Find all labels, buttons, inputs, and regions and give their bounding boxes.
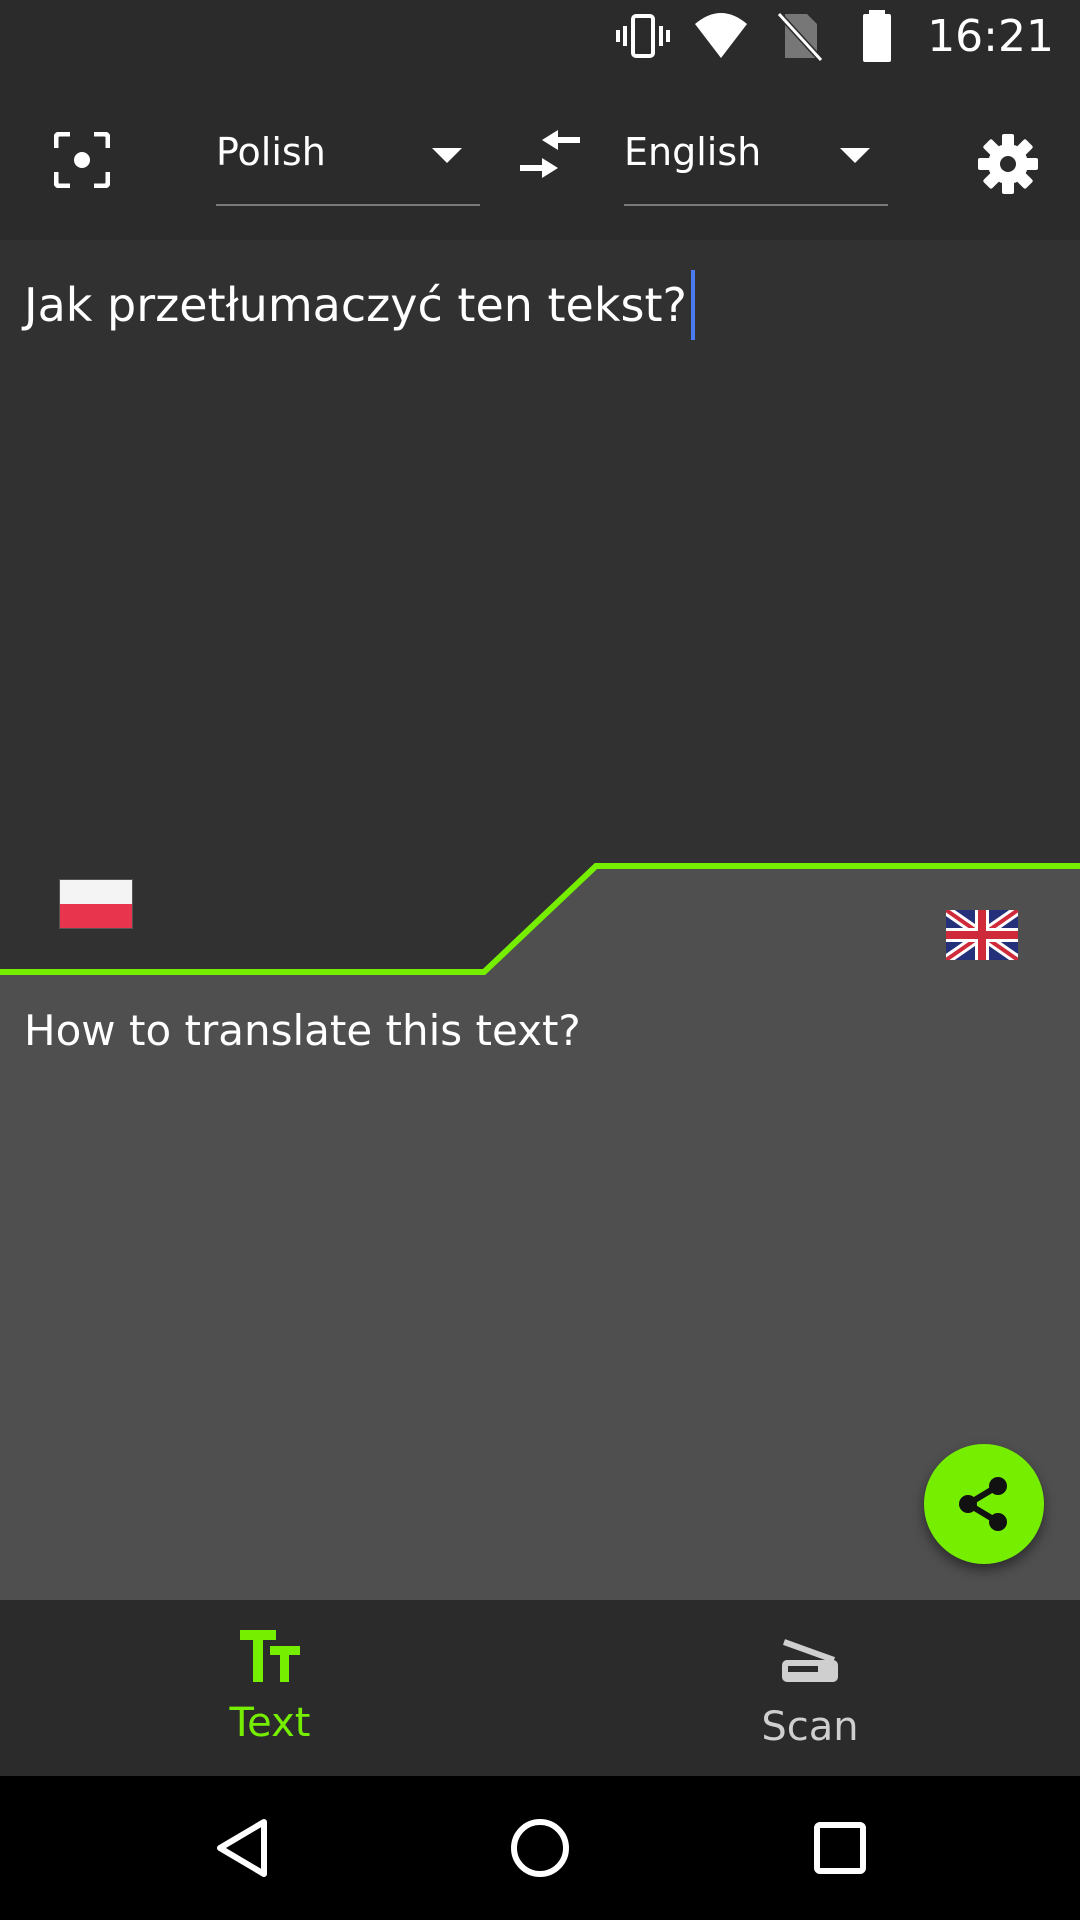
source-language-select[interactable]: Polish [216, 108, 480, 206]
share-button[interactable] [924, 1444, 1044, 1564]
settings-button[interactable] [970, 126, 1046, 202]
source-text: Jak przetłumaczyć ten tekst? [24, 278, 687, 332]
gear-icon [978, 134, 1038, 194]
uk-flag [946, 910, 1018, 960]
tab-text[interactable]: Text [0, 1600, 540, 1776]
poland-flag [60, 880, 132, 928]
status-time: 16:21 [927, 10, 1054, 62]
swap-arrows-icon [520, 130, 580, 178]
panel-divider [0, 863, 1080, 980]
source-input[interactable]: Jak przetłumaczyć ten tekst? [24, 270, 695, 340]
status-icons: 16:21 [615, 6, 1054, 66]
share-icon [959, 1477, 1007, 1531]
focus-scan-icon [54, 132, 110, 188]
translation-text: How to translate this text? [24, 1006, 581, 1055]
scanner-icon [782, 1639, 838, 1682]
chevron-down-icon [840, 148, 870, 163]
translation-area: How to translate this text? [0, 974, 1080, 1600]
tab-text-label: Text [229, 1700, 311, 1746]
recent-apps-button[interactable] [808, 1816, 872, 1880]
home-circle-icon [511, 1819, 569, 1877]
swap-languages-button[interactable] [518, 130, 582, 184]
no-sim-icon [776, 11, 824, 63]
battery-icon [863, 10, 892, 62]
system-navigation-bar [0, 1776, 1080, 1920]
back-button[interactable] [210, 1816, 274, 1880]
bottom-navigation: Text Scan [0, 1600, 1080, 1776]
tab-scan[interactable]: Scan [540, 1600, 1080, 1776]
vibrate-icon [616, 14, 671, 58]
tab-scan-label: Scan [761, 1704, 859, 1750]
source-language-label: Polish [216, 130, 326, 174]
source-text-area[interactable]: Jak przetłumaczyć ten tekst? [0, 240, 1080, 870]
back-triangle-icon [217, 1819, 267, 1877]
toolbar: Polish English [0, 72, 1080, 240]
target-language-select[interactable]: English [624, 108, 888, 206]
wifi-icon [695, 13, 748, 58]
text-size-icon [240, 1630, 300, 1682]
recent-square-icon [814, 1822, 866, 1874]
chevron-down-icon [432, 148, 462, 163]
home-button[interactable] [508, 1816, 572, 1880]
target-language-label: English [624, 130, 762, 174]
text-cursor [690, 270, 695, 340]
status-bar: 16:21 [0, 0, 1080, 72]
scan-focus-button[interactable] [46, 124, 118, 196]
